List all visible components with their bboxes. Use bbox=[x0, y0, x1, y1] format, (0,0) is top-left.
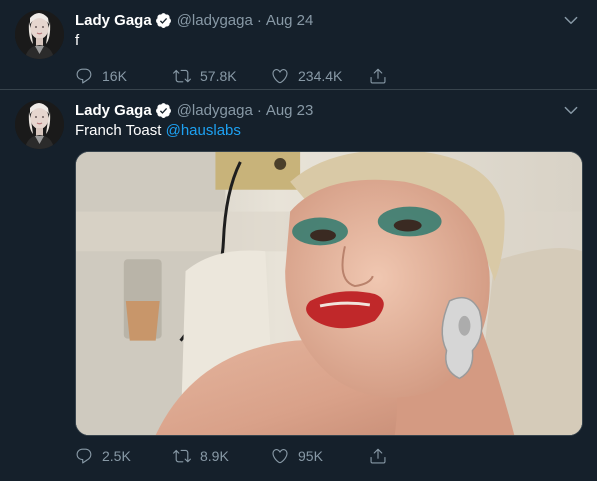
like-icon bbox=[272, 69, 288, 84]
tweet-date[interactable]: Aug 23 bbox=[266, 102, 314, 119]
tweet-photo[interactable] bbox=[75, 151, 583, 436]
share-button[interactable] bbox=[369, 447, 387, 465]
share-icon bbox=[370, 448, 386, 464]
retweet-count: 57.8K bbox=[200, 68, 237, 84]
display-name[interactable]: Lady Gaga bbox=[75, 12, 152, 29]
chevron-down-icon[interactable] bbox=[562, 11, 580, 29]
display-name[interactable]: Lady Gaga bbox=[75, 102, 152, 119]
avatar[interactable] bbox=[15, 10, 64, 59]
avatar[interactable] bbox=[15, 100, 64, 149]
tweet-text: Franch Toast @hauslabs bbox=[75, 121, 582, 141]
reply-icon bbox=[76, 68, 92, 84]
chevron-down-icon[interactable] bbox=[562, 101, 580, 119]
separator-dot: · bbox=[256, 11, 262, 29]
tweet-content: Lady Gaga @ladygaga · Aug 23 Franch Toas… bbox=[75, 100, 583, 481]
timeline: Lady Gaga @ladygaga · Aug 24 f 16K 57.8K… bbox=[0, 0, 597, 481]
separator-dot: · bbox=[256, 101, 262, 119]
selfie-photo-image bbox=[76, 152, 582, 435]
tweet-actions: 2.5K 8.9K 95K bbox=[75, 446, 582, 466]
verified-badge-icon bbox=[155, 102, 171, 118]
like-count: 234.4K bbox=[298, 68, 343, 84]
user-handle[interactable]: @ladygaga bbox=[177, 102, 253, 119]
reply-count: 16K bbox=[102, 68, 127, 84]
share-button[interactable] bbox=[369, 67, 387, 85]
share-icon bbox=[370, 68, 386, 84]
retweet-icon bbox=[173, 69, 191, 83]
tweet-content: Lady Gaga @ladygaga · Aug 24 f 16K 57.8K… bbox=[75, 10, 582, 89]
tweet-date[interactable]: Aug 24 bbox=[266, 12, 314, 29]
like-button[interactable]: 95K bbox=[271, 447, 369, 465]
tweet-header: Lady Gaga @ladygaga · Aug 24 bbox=[75, 10, 582, 30]
retweet-count: 8.9K bbox=[200, 448, 229, 464]
mention-link[interactable]: @hauslabs bbox=[166, 122, 241, 139]
verified-badge-icon bbox=[155, 12, 171, 28]
tweet-actions: 16K 57.8K 234.4K bbox=[75, 66, 582, 86]
tweet[interactable]: Lady Gaga @ladygaga · Aug 23 Franch Toas… bbox=[0, 90, 597, 481]
retweet-button[interactable]: 8.9K bbox=[173, 447, 271, 465]
like-count: 95K bbox=[298, 448, 323, 464]
like-icon bbox=[272, 449, 288, 464]
reply-count: 2.5K bbox=[102, 448, 131, 464]
reply-icon bbox=[76, 448, 92, 464]
user-handle[interactable]: @ladygaga bbox=[177, 12, 253, 29]
avatar-column bbox=[15, 100, 64, 481]
tweet-header: Lady Gaga @ladygaga · Aug 23 bbox=[75, 100, 582, 120]
tweet-text: f bbox=[75, 31, 582, 51]
retweet-button[interactable]: 57.8K bbox=[173, 67, 271, 85]
tweet[interactable]: Lady Gaga @ladygaga · Aug 24 f 16K 57.8K… bbox=[0, 0, 597, 90]
reply-button[interactable]: 2.5K bbox=[75, 447, 173, 465]
tweet-text-body: f bbox=[75, 32, 80, 49]
avatar-column bbox=[15, 10, 64, 89]
tweet-text-body: Franch Toast bbox=[75, 122, 166, 139]
retweet-icon bbox=[173, 449, 191, 463]
like-button[interactable]: 234.4K bbox=[271, 67, 369, 85]
reply-button[interactable]: 16K bbox=[75, 67, 173, 85]
